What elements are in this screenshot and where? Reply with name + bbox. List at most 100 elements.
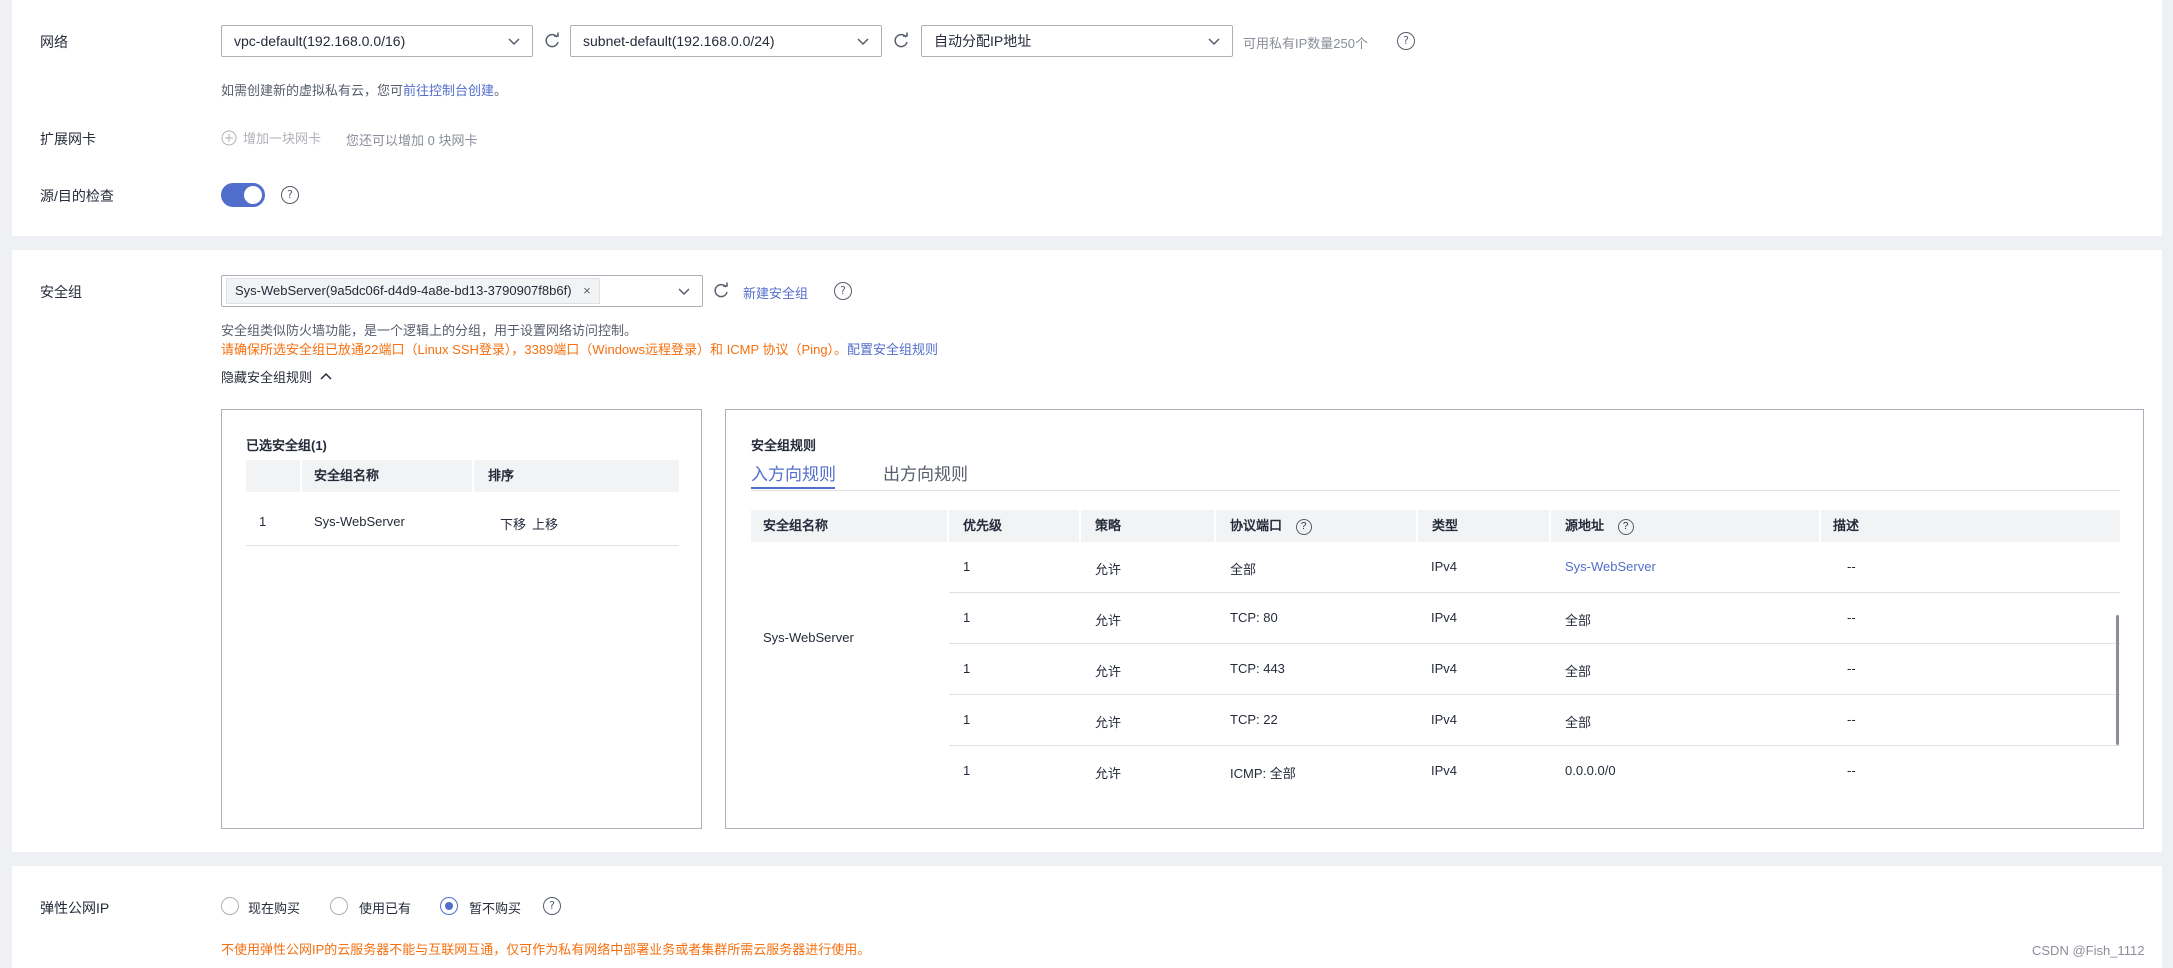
rules-header-type: 类型	[1418, 510, 1549, 542]
security-group-label: 安全组	[40, 284, 82, 300]
create-vpc-link[interactable]: 前往控制台创建	[403, 83, 494, 98]
watermark: CSDN @Fish_1112	[2032, 943, 2145, 958]
rule-port: TCP: 80	[1230, 610, 1278, 625]
ip-assign-value: 自动分配IP地址	[934, 33, 1032, 49]
help-icon[interactable]: ?	[1397, 32, 1415, 50]
rule-type: IPv4	[1431, 559, 1458, 574]
chevron-down-icon	[857, 38, 869, 46]
selected-header-index	[246, 460, 300, 492]
radio-use-existing[interactable]	[330, 897, 348, 915]
rule-policy: 允许	[1095, 562, 1122, 577]
new-security-group-link[interactable]: 新建安全组	[743, 283, 808, 302]
ip-assign-select[interactable]: 自动分配IP地址	[921, 25, 1233, 57]
help-icon[interactable]: ?	[1295, 518, 1312, 535]
eip-label: 弹性公网IP	[40, 900, 110, 916]
move-down-button[interactable]: 下移	[500, 514, 526, 533]
selected-row-index: 1	[259, 514, 267, 529]
rule-desc: --	[1847, 610, 1856, 625]
rule-desc: --	[1847, 661, 1856, 676]
rule-priority: 1	[963, 610, 971, 625]
move-up-button[interactable]: 上移	[532, 514, 558, 533]
tag-close-icon[interactable]: ×	[583, 283, 591, 298]
security-group-select[interactable]: Sys-WebServer(9a5dc06f-d4d9-4a8e-bd13-37…	[221, 275, 703, 307]
radio-buy-now[interactable]	[221, 897, 239, 915]
rule-type: IPv4	[1431, 661, 1458, 676]
eip-warning: 不使用弹性公网IP的云服务器不能与互联网互通，仅可作为私有网络中部署业务或者集群…	[221, 942, 871, 957]
help-icon[interactable]: ?	[1617, 518, 1634, 535]
help-icon[interactable]: ?	[543, 897, 561, 915]
rule-source: 0.0.0.0/0	[1565, 763, 1616, 778]
rule-policy: 允许	[1095, 715, 1122, 730]
radio-not-buy[interactable]	[440, 897, 458, 915]
security-group-description: 安全组类似防火墙功能，是一个逻辑上的分组，用于设置网络访问控制。	[221, 323, 638, 338]
selected-header-order: 排序	[474, 460, 679, 492]
network-label: 网络	[40, 34, 68, 50]
tab-inbound[interactable]: 入方向规则	[751, 460, 836, 485]
rule-policy: 允许	[1095, 766, 1122, 781]
nic-label: 扩展网卡	[40, 131, 96, 147]
radio-buy-now-label[interactable]: 现在购买	[248, 898, 300, 917]
help-icon[interactable]: ?	[834, 282, 852, 300]
rule-priority: 1	[963, 661, 971, 676]
subnet-select[interactable]: subnet-default(192.168.0.0/24)	[570, 25, 882, 57]
tab-inbound-underline	[751, 487, 835, 489]
rules-header-policy: 策略	[1081, 510, 1214, 542]
plus-circle-icon	[221, 130, 237, 145]
rules-header-source: 源地址 ?	[1551, 510, 1819, 542]
available-ip-count: 可用私有IP数量250个	[1243, 36, 1368, 51]
rule-type: IPv4	[1431, 610, 1458, 625]
security-group-card: 安全组 Sys-WebServer(9a5dc06f-d4d9-4a8e-bd1…	[12, 250, 2162, 852]
rule-source: 全部	[1565, 664, 1592, 679]
rule-desc: --	[1847, 559, 1856, 574]
rule-source[interactable]: Sys-WebServer	[1565, 559, 1656, 574]
rule-policy: 允许	[1095, 613, 1122, 628]
subnet-select-value: subnet-default(192.168.0.0/24)	[583, 33, 775, 49]
chevron-down-icon	[1208, 38, 1220, 46]
source-check-toggle[interactable]	[221, 183, 265, 207]
rules-scrollbar[interactable]	[2116, 615, 2119, 745]
radio-not-buy-label[interactable]: 暂不购买	[469, 898, 521, 917]
security-group-tag: Sys-WebServer(9a5dc06f-d4d9-4a8e-bd13-37…	[226, 278, 600, 304]
tabs-divider	[751, 490, 2120, 491]
rule-desc: --	[1847, 712, 1856, 727]
chevron-down-icon	[678, 288, 690, 296]
row-divider	[949, 592, 2120, 593]
rule-type: IPv4	[1431, 712, 1458, 727]
rule-priority: 1	[963, 559, 971, 574]
row-divider	[949, 694, 2120, 695]
rules-panel-title: 安全组规则	[751, 438, 817, 453]
rule-policy: 允许	[1095, 664, 1122, 679]
selected-groups-title: 已选安全组(1)	[246, 438, 327, 453]
tab-outbound[interactable]: 出方向规则	[883, 460, 968, 485]
rule-desc: --	[1847, 763, 1856, 778]
add-nic-button[interactable]: 增加一块网卡	[221, 128, 321, 147]
vpc-select[interactable]: vpc-default(192.168.0.0/16)	[221, 25, 533, 57]
configure-rules-link[interactable]: 配置安全组规则	[847, 342, 938, 357]
rule-port: ICMP: 全部	[1230, 766, 1296, 781]
refresh-icon[interactable]	[712, 282, 730, 300]
eip-card: 弹性公网IP 现在购买 使用已有 暂不购买 ? 不使用弹性公网IP的云服务器不能…	[12, 866, 2162, 968]
refresh-icon[interactable]	[892, 32, 910, 50]
row-divider	[246, 545, 679, 546]
rule-port: TCP: 443	[1230, 661, 1285, 676]
rules-header-port: 协议端口 ?	[1216, 510, 1416, 542]
chevron-up-icon	[320, 372, 332, 380]
rule-priority: 1	[963, 712, 971, 727]
refresh-icon[interactable]	[543, 32, 561, 50]
selected-row-name: Sys-WebServer	[314, 514, 405, 529]
rules-header-group: 安全组名称	[751, 510, 947, 542]
rule-port: 全部	[1230, 562, 1257, 577]
selected-groups-panel: 已选安全组(1) 安全组名称 排序 1 Sys-WebServer 下移 上移	[221, 409, 702, 829]
rules-group-name: Sys-WebServer	[763, 630, 854, 645]
security-rules-panel: 安全组规则 入方向规则 出方向规则 安全组名称 优先级 策略 协议端口 ? 类型…	[725, 409, 2144, 829]
vpc-select-value: vpc-default(192.168.0.0/16)	[234, 33, 406, 49]
radio-use-existing-label[interactable]: 使用已有	[359, 898, 411, 917]
selected-header-name: 安全组名称	[302, 460, 472, 492]
rules-header-priority: 优先级	[949, 510, 1079, 542]
hide-rules-toggle[interactable]: 隐藏安全组规则	[221, 367, 332, 386]
chevron-down-icon	[508, 38, 520, 46]
network-card: 网络 vpc-default(192.168.0.0/16) subnet-de…	[12, 0, 2162, 236]
help-icon[interactable]: ?	[281, 186, 299, 204]
row-divider	[949, 745, 2120, 746]
rule-source: 全部	[1565, 715, 1592, 730]
